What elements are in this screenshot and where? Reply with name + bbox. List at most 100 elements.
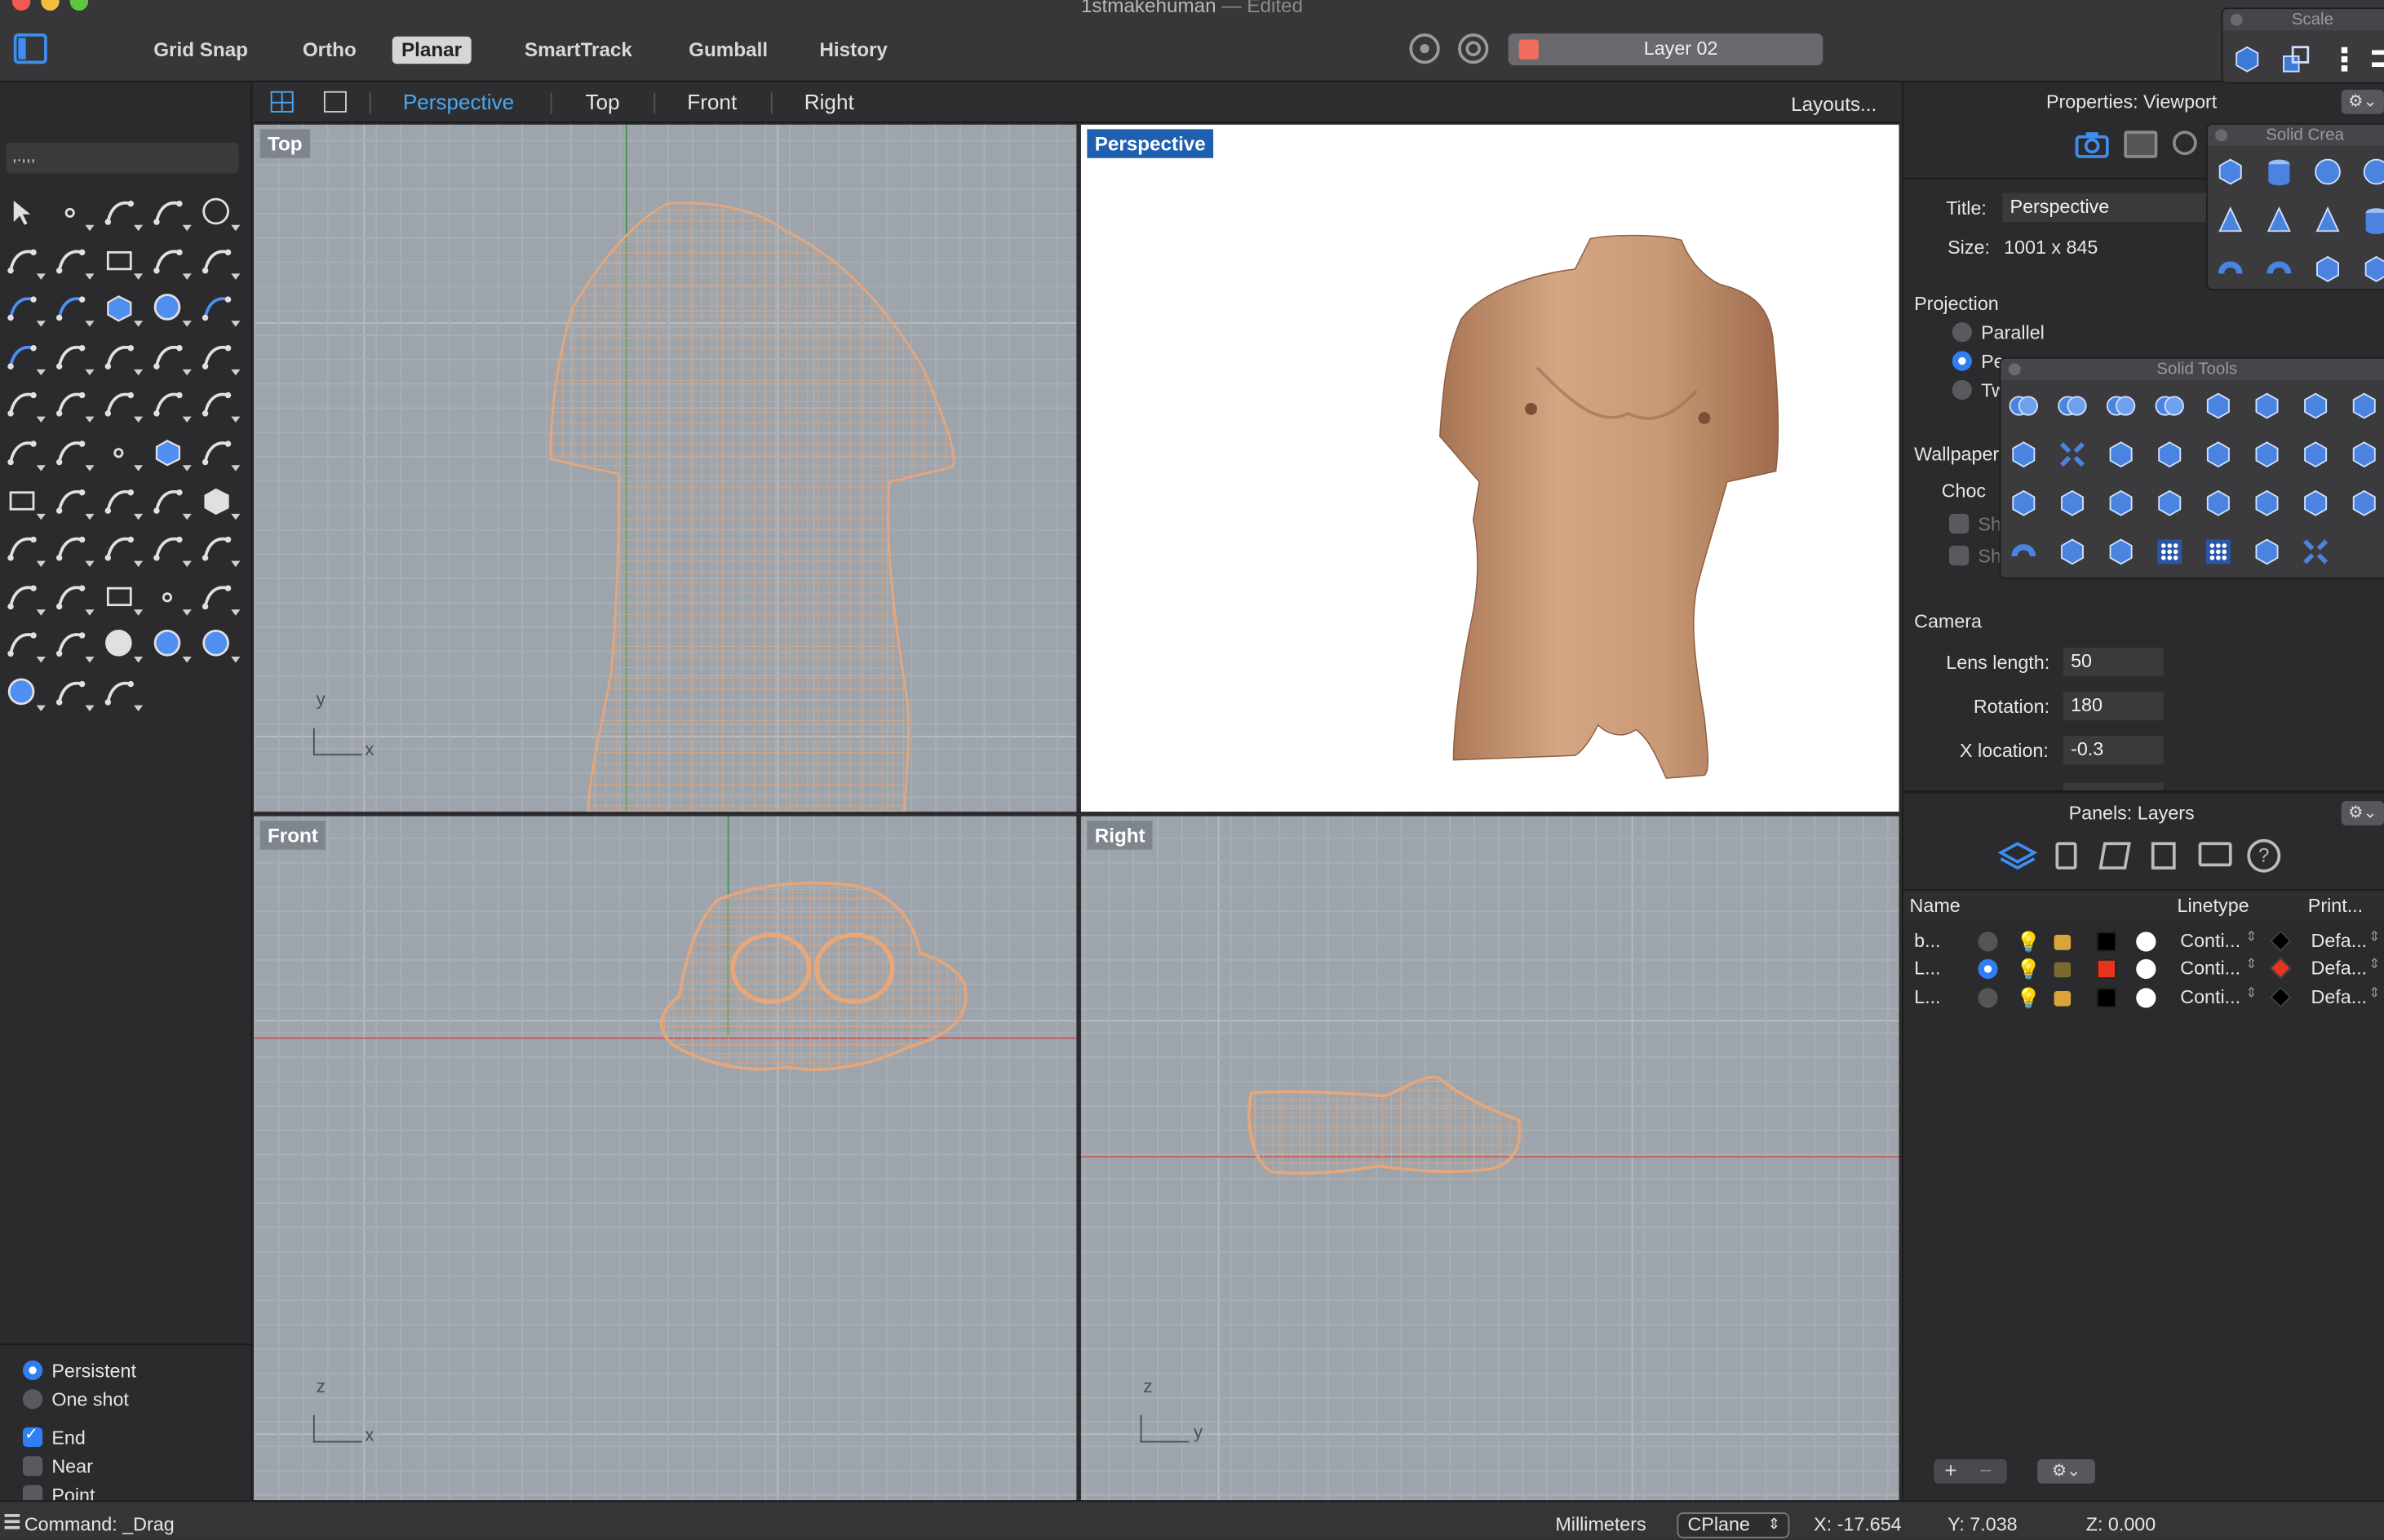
palette-close-button[interactable]	[2008, 363, 2021, 376]
tab-perspective[interactable]: Perspective	[403, 90, 514, 114]
wallpaper-choose-button[interactable]: Choc	[1942, 480, 1986, 502]
col-name[interactable]: Name	[1910, 896, 1961, 917]
block-icon[interactable]	[199, 483, 241, 520]
grid-array-icon[interactable]	[2201, 535, 2235, 569]
move-edge-icon[interactable]	[2153, 438, 2187, 471]
wire-cut-icon[interactable]	[2347, 389, 2381, 423]
zoom-extents-icon[interactable]	[150, 531, 192, 568]
round-hole-icon[interactable]	[2104, 486, 2138, 520]
boolean-diff-icon[interactable]	[53, 387, 95, 423]
material-icon[interactable]	[53, 626, 95, 664]
shade-sphere-icon[interactable]	[150, 626, 192, 664]
surface-plane-icon[interactable]	[5, 290, 46, 328]
boolean-intersection-icon[interactable]	[2104, 389, 2138, 423]
curve-icon[interactable]	[150, 195, 192, 232]
sidebar-toggle-icon[interactable]	[13, 33, 47, 64]
stepper-icon[interactable]: ⇕	[2245, 930, 2257, 945]
linetype-value[interactable]: Conti...	[2180, 986, 2240, 1007]
cone-icon[interactable]	[2213, 204, 2247, 237]
smarttrack-toggle[interactable]: SmartTrack	[516, 37, 641, 64]
scale-1d-icon[interactable]	[2328, 42, 2361, 76]
zoom-icon[interactable]	[53, 531, 95, 568]
grid-icon[interactable]	[5, 483, 46, 520]
edit-points-icon[interactable]	[102, 435, 144, 471]
current-layer-selector[interactable]: Layer 02	[1508, 33, 1823, 66]
persistent-radio[interactable]: Persistent	[22, 1360, 136, 1388]
light-bulb-icon[interactable]	[199, 579, 241, 616]
pipe-solid-icon[interactable]	[2007, 535, 2041, 569]
rotate-hole-icon[interactable]	[2201, 486, 2235, 520]
document-icon[interactable]	[2055, 842, 2077, 870]
solid-tools-palette[interactable]: Solid Tools	[1999, 356, 2384, 579]
fillet-icon[interactable]	[102, 387, 144, 423]
box-edit-icon[interactable]	[150, 435, 192, 471]
move-icon[interactable]	[5, 435, 46, 471]
cylinder-icon[interactable]	[199, 290, 241, 328]
filter-circle-icon[interactable]	[1458, 33, 1489, 64]
viewport-label-right[interactable]: Right	[1087, 821, 1153, 850]
chamfer-icon[interactable]	[150, 387, 192, 423]
layer-name[interactable]: L...	[1914, 958, 1940, 980]
command-history-icon[interactable]	[4, 1514, 20, 1529]
osnap-target-icon[interactable]	[1409, 33, 1440, 64]
offset-icon[interactable]	[199, 339, 241, 375]
material-icon[interactable]	[2136, 987, 2156, 1007]
display-icon[interactable]	[2198, 842, 2232, 867]
select-arrow-icon[interactable]	[5, 195, 42, 232]
box-icon[interactable]	[2213, 155, 2247, 188]
add-layer-button[interactable]: + −	[1934, 1458, 2007, 1484]
viewport-title-field[interactable]: Perspective	[2002, 192, 2208, 223]
two-point-radio[interactable]: Tw	[1952, 379, 2005, 401]
solid-edit-icon[interactable]	[2347, 438, 2381, 471]
blue-sphere-icon[interactable]	[5, 675, 46, 712]
split-face-icon[interactable]	[2201, 438, 2235, 471]
delete-hole-icon[interactable]	[2250, 535, 2284, 569]
light-bulb-icon[interactable]: 💡	[2016, 930, 2041, 954]
trim-icon[interactable]	[102, 339, 144, 375]
box-edit-solid-icon[interactable]	[2104, 535, 2138, 569]
layer-row[interactable]: b... 💡 Conti... ⇕ Defa... ⇕	[1903, 927, 2384, 955]
viewport-label-front[interactable]: Front	[259, 821, 326, 850]
grid-snap-toggle[interactable]: Grid Snap	[144, 37, 257, 64]
stepper-icon[interactable]: ⇕	[2245, 986, 2257, 1002]
current-layer-indicator-icon[interactable]	[1978, 932, 1998, 952]
place-hole-icon[interactable]	[2299, 486, 2333, 520]
help-icon[interactable]: ?	[2247, 839, 2281, 873]
boolean-split-icon[interactable]	[2153, 389, 2187, 423]
linetype-value[interactable]: Conti...	[2180, 958, 2240, 980]
viewport-top[interactable]: Top y x	[254, 124, 1077, 812]
layouts-button[interactable]: Layouts...	[1791, 93, 1877, 116]
pipe-icon[interactable]	[2262, 252, 2296, 285]
single-view-layout-icon[interactable]	[323, 91, 347, 113]
print-width-value[interactable]: Defa...	[2311, 930, 2368, 951]
offset-solid-icon[interactable]	[2055, 535, 2089, 569]
near-snap-checkbox[interactable]: Near	[22, 1456, 93, 1484]
lens-length-field[interactable]: 50	[2063, 647, 2164, 677]
move-face-icon[interactable]	[2104, 438, 2138, 471]
ellipsoid-icon[interactable]	[2360, 155, 2384, 188]
fillet-edges-icon[interactable]	[2007, 486, 2041, 520]
history-toggle[interactable]: History	[810, 37, 897, 64]
command-line-input[interactable]: ,.,,,	[6, 143, 239, 174]
layer-color-swatch[interactable]	[2096, 987, 2116, 1007]
material-icon[interactable]	[2136, 959, 2156, 980]
solid-creation-palette[interactable]: Solid Crea	[2205, 122, 2384, 290]
pyramid-icon[interactable]	[2311, 204, 2345, 237]
extract-surface-icon[interactable]	[2250, 389, 2284, 423]
explode-solid-icon[interactable]	[2055, 438, 2089, 471]
cap-icon[interactable]	[2201, 389, 2235, 423]
check-icon[interactable]	[150, 483, 192, 520]
col-print[interactable]: Print...	[2308, 896, 2363, 917]
scale-3d-icon[interactable]	[2231, 42, 2264, 76]
viewport-perspective[interactable]: Perspective	[1080, 124, 1899, 812]
four-view-layout-icon[interactable]	[270, 91, 294, 113]
layer-row[interactable]: L... 💡 Conti... ⇕ Defa... ⇕	[1903, 983, 2384, 1011]
ellipse-icon[interactable]	[5, 242, 46, 280]
light-bulb-icon[interactable]: 💡	[2016, 986, 2041, 1011]
sphere-icon[interactable]	[2311, 155, 2345, 188]
chamfer-edges-icon[interactable]	[2055, 486, 2089, 520]
circle-icon[interactable]	[199, 195, 241, 232]
extrude-face-icon[interactable]	[2299, 438, 2333, 471]
stepper-icon[interactable]: ⇕	[2368, 930, 2380, 945]
viewport-right[interactable]: Right z y	[1080, 816, 1899, 1501]
